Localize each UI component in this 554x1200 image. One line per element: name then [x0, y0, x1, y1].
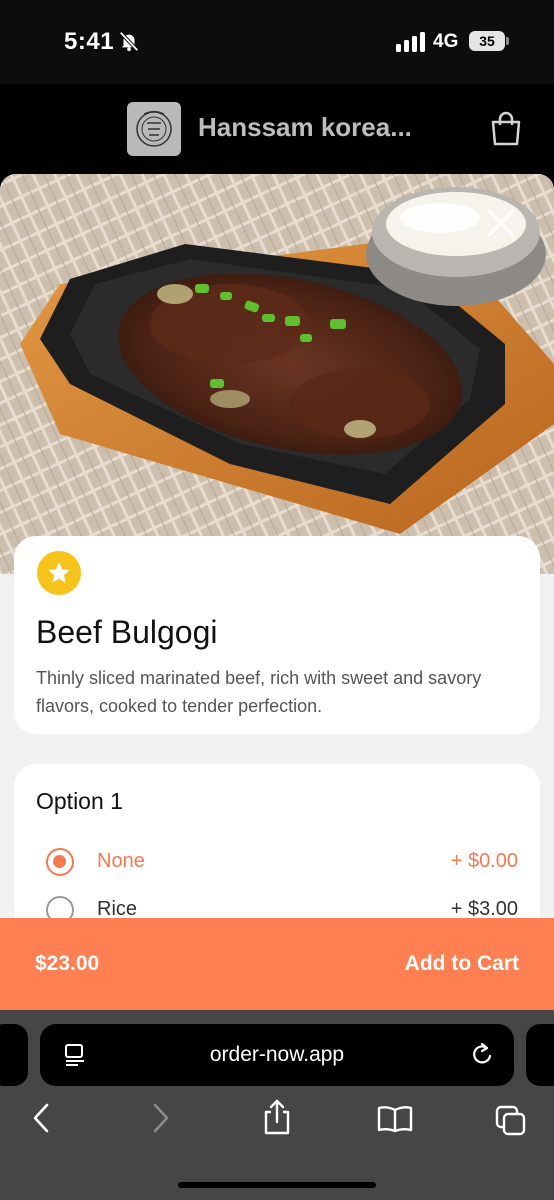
logo-icon: [136, 110, 172, 147]
add-to-cart-button[interactable]: Add to Cart: [405, 952, 519, 976]
bookmarks-icon[interactable]: [377, 1105, 413, 1133]
option-rice[interactable]: Rice + $3.00: [14, 890, 540, 918]
option-group-title: Option 1: [36, 788, 123, 814]
option-label: Rice: [97, 898, 138, 918]
reload-icon[interactable]: [470, 1042, 494, 1068]
home-indicator[interactable]: [178, 1182, 376, 1188]
status-time: 5:41: [64, 28, 115, 55]
close-icon[interactable]: [484, 206, 518, 240]
previous-tab-preview[interactable]: [0, 1024, 28, 1086]
option-label: None: [97, 850, 145, 872]
radio-button[interactable]: [46, 896, 74, 918]
radio-button-selected[interactable]: [46, 848, 74, 876]
silent-bell-icon: [119, 31, 139, 52]
next-tab-preview[interactable]: [526, 1024, 554, 1086]
restaurant-name: Hanssam korea...: [198, 112, 412, 142]
star-icon: [37, 551, 81, 595]
battery-indicator: 35: [469, 31, 509, 51]
item-title: Beef Bulgogi: [36, 614, 218, 650]
share-icon[interactable]: [262, 1098, 292, 1136]
cart-total: $23.00: [35, 952, 100, 975]
forward-icon[interactable]: [150, 1102, 172, 1134]
option-none[interactable]: None + $0.00: [14, 842, 540, 882]
cellular-signal-icon: [396, 32, 425, 52]
tabs-icon[interactable]: [494, 1104, 528, 1138]
status-bar: 5:41 4G 35: [0, 0, 554, 84]
address-bar[interactable]: order-now.app: [40, 1024, 514, 1086]
restaurant-logo[interactable]: [127, 102, 181, 156]
add-to-cart-bar[interactable]: $23.00 Add to Cart: [0, 918, 554, 1010]
app-header: Hanssam korea...: [0, 84, 554, 174]
option-price: + $3.00: [450, 898, 518, 918]
item-detail-sheet: Beef Bulgogi Thinly sliced marinated bee…: [0, 174, 554, 918]
browser-chrome: order-now.app: [0, 1010, 554, 1200]
shopping-bag-icon[interactable]: [490, 111, 522, 147]
item-description: Thinly sliced marinated beef, rich with …: [36, 668, 482, 716]
network-type: 4G: [433, 31, 459, 52]
option-price: + $0.00: [450, 850, 518, 872]
back-icon[interactable]: [30, 1102, 52, 1134]
item-info-card: Beef Bulgogi Thinly sliced marinated bee…: [14, 536, 540, 734]
url-text: order-now.app: [209, 1043, 345, 1066]
dish-photo: [0, 174, 554, 574]
option-group-card: Option 1 None + $0.00 Rice + $3.00: [14, 764, 540, 918]
